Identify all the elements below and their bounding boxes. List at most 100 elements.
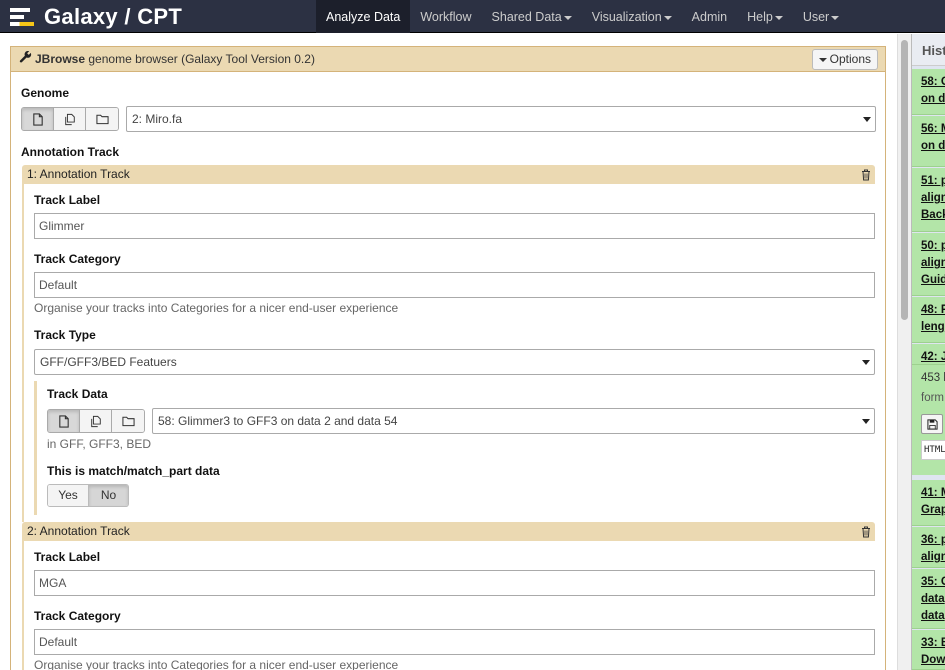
- caret-down-icon: [563, 15, 572, 20]
- history-item[interactable]: 51: p align Back: [912, 168, 945, 232]
- history-item-title: data: [921, 593, 945, 605]
- select-arrow-icon: [862, 419, 870, 424]
- track-category-input[interactable]: Default: [34, 272, 875, 298]
- genome-select[interactable]: 2: Miro.fa: [126, 106, 876, 132]
- track-label-input[interactable]: MGA: [34, 570, 875, 596]
- tool-form: JBrowse genome browser (Galaxy Tool Vers…: [10, 46, 886, 670]
- multiple-datasets-button[interactable]: [54, 108, 86, 130]
- track-data-source-buttons: [47, 409, 145, 433]
- history-item-title: align: [921, 257, 945, 269]
- history-item-title: align: [921, 551, 945, 563]
- nav-item-shared-data[interactable]: Shared Data: [482, 0, 582, 33]
- track-type-select[interactable]: GFF/GFF3/BED Featuers: [34, 349, 875, 375]
- caret-down-icon: [774, 15, 783, 20]
- history-item-info: 453 l: [921, 372, 945, 384]
- match-part-no-button[interactable]: No: [88, 485, 128, 506]
- history-item[interactable]: 48: F leng: [912, 297, 945, 343]
- center-scrollbar[interactable]: [897, 34, 911, 670]
- genome-select-value: 2: Miro.fa: [132, 112, 183, 126]
- history-title: Hist: [912, 34, 945, 66]
- history-item-expanded-details: 453 l form HTML: [912, 365, 945, 475]
- track-data-help: in GFF, GFF3, BED: [47, 437, 152, 451]
- multiple-files-icon: [64, 113, 75, 125]
- history-item-title: 56: M: [921, 123, 945, 135]
- nav-item-help[interactable]: Help: [737, 0, 793, 33]
- nav-item-label: Visualization: [591, 10, 662, 24]
- repeat-header-track-2: 2: Annotation Track: [22, 522, 875, 541]
- multiple-files-icon: [90, 415, 101, 427]
- folder-icon: [95, 114, 109, 125]
- collection-button[interactable]: [112, 410, 144, 432]
- history-item-title: on da: [921, 140, 945, 152]
- repeat-title: 1: Annotation Track: [27, 167, 130, 181]
- select-arrow-icon: [863, 117, 871, 122]
- history-panel: Hist 58: Gon da56: Mon da51: palignBack5…: [911, 34, 945, 670]
- repeat-body-track-1: [22, 184, 24, 522]
- app-title[interactable]: Galaxy / CPT: [44, 4, 182, 30]
- history-item-title: 35: C: [921, 576, 945, 588]
- history-item[interactable]: 41: M Grap: [912, 480, 945, 526]
- history-item-title: on da: [921, 93, 945, 105]
- brand[interactable]: Galaxy / CPT: [10, 0, 182, 33]
- trash-icon[interactable]: [861, 168, 871, 187]
- options-button[interactable]: Options: [811, 49, 878, 70]
- repeat-body-track-2: [22, 541, 24, 670]
- track-label-input[interactable]: Glimmer: [34, 213, 875, 239]
- nav-item-admin[interactable]: Admin: [682, 0, 737, 33]
- options-label: Options: [829, 52, 871, 66]
- match-part-yes-button[interactable]: Yes: [48, 485, 88, 506]
- history-item-format: form: [921, 392, 944, 404]
- track-label-label: Track Label: [34, 550, 101, 564]
- history-item[interactable]: 50: p align Guid: [912, 233, 945, 296]
- history-item[interactable]: 42: J: [912, 344, 945, 365]
- scrollbar-thumb[interactable]: [901, 40, 908, 320]
- history-item-peek: HTML: [921, 440, 945, 460]
- track-category-help: Organise your tracks into Categories for…: [34, 301, 399, 315]
- history-item[interactable]: 35: C data data: [912, 569, 945, 629]
- genome-source-buttons: [21, 107, 119, 131]
- galaxy-logo-icon: [10, 5, 36, 29]
- nav-item-label: Shared Data: [491, 10, 562, 24]
- single-dataset-button[interactable]: [48, 410, 80, 432]
- track-type-label: Track Type: [34, 328, 96, 342]
- history-item-title: 42: J: [921, 351, 945, 363]
- track-data-label: Track Data: [47, 387, 108, 401]
- save-icon[interactable]: [921, 414, 943, 434]
- match-part-label: This is match/match_part data: [47, 464, 220, 478]
- single-dataset-button[interactable]: [22, 108, 54, 130]
- annotation-track-label: Annotation Track: [21, 145, 120, 159]
- track-data-select[interactable]: 58: Glimmer3 to GFF3 on data 2 and data …: [152, 408, 875, 434]
- history-item[interactable]: 56: M on da: [912, 116, 945, 167]
- track-data-value: 58: Glimmer3 to GFF3 on data 2 and data …: [158, 414, 398, 428]
- history-item-title: 50: p: [921, 240, 945, 252]
- main-nav: Analyze Data Workflow Shared Data Visualiza…: [316, 0, 849, 33]
- history-item[interactable]: 36: p align: [912, 527, 945, 568]
- nav-item-workflow[interactable]: Workflow: [410, 0, 481, 33]
- file-icon: [32, 112, 43, 126]
- nav-item-user[interactable]: User: [793, 0, 849, 33]
- multiple-datasets-button[interactable]: [80, 410, 112, 432]
- nav-item-visualization[interactable]: Visualization: [582, 0, 682, 33]
- history-item[interactable]: 33: B Dow: [912, 630, 945, 670]
- tool-form-header: JBrowse genome browser (Galaxy Tool Vers…: [11, 47, 885, 72]
- nav-item-label: Admin: [691, 10, 728, 24]
- caret-down-icon: [831, 15, 840, 20]
- select-arrow-icon: [862, 360, 870, 365]
- track-category-input[interactable]: Default: [34, 629, 875, 655]
- history-item-title: 36: p: [921, 534, 945, 546]
- nav-item-analyze-data[interactable]: Analyze Data: [316, 0, 411, 33]
- caret-down-icon: [663, 15, 672, 20]
- nav-item-label: Help: [747, 10, 773, 24]
- repeat-header-track-1: 1: Annotation Track: [22, 165, 875, 184]
- nav-item-label: Workflow: [420, 10, 472, 24]
- center-panel: JBrowse genome browser (Galaxy Tool Vers…: [0, 34, 897, 670]
- history-item-title: 41: M: [921, 487, 945, 499]
- caret-down-icon: [818, 57, 827, 62]
- track-category-help: Organise your tracks into Categories for…: [34, 658, 399, 670]
- trash-icon[interactable]: [861, 525, 871, 544]
- history-item[interactable]: 58: G on da: [912, 69, 945, 115]
- history-item-title: 58: G: [921, 76, 945, 88]
- collection-button[interactable]: [86, 108, 118, 130]
- folder-icon: [121, 416, 135, 427]
- track-type-section: [34, 381, 37, 515]
